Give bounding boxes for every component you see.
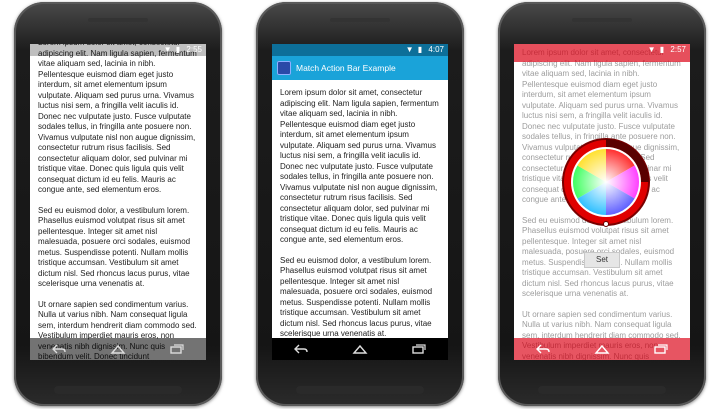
- screen-3: Lorem ipsum dolor sit amet, consectetur …: [514, 44, 690, 360]
- status-icons: ▼ ▮: [405, 45, 424, 54]
- recents-icon: [411, 344, 426, 354]
- paragraph-1: Lorem ipsum dolor sit amet, consectetur …: [280, 88, 439, 244]
- back-icon: [294, 344, 309, 354]
- paragraph-2: Sed eu euismod dolor, a vestibulum lorem…: [280, 255, 433, 339]
- scrolled-text: Lorem ipsum dolor sit amet, consectetur …: [30, 44, 206, 360]
- phone-2: ▼ ▮ 4:07 Match Action Bar Example Lorem …: [256, 2, 464, 406]
- hue-wheel[interactable]: [572, 149, 640, 215]
- status-bar: ▼ ▮ 2:57: [514, 44, 690, 56]
- recents-button[interactable]: [408, 342, 430, 356]
- status-icons: ▼ ▮: [647, 45, 666, 54]
- action-bar: Match Action Bar Example: [272, 56, 448, 80]
- status-time: 2:55: [186, 45, 202, 54]
- phone-3: Lorem ipsum dolor sit amet, consectetur …: [498, 2, 706, 406]
- earpiece: [572, 18, 632, 22]
- earpiece: [330, 18, 390, 22]
- home-button[interactable]: [107, 342, 129, 356]
- home-icon: [352, 344, 368, 354]
- back-button[interactable]: [48, 342, 70, 356]
- action-bar-title: Match Action Bar Example: [296, 63, 396, 73]
- back-button[interactable]: [290, 342, 312, 356]
- selection-handle[interactable]: [603, 221, 609, 227]
- bottom-rim: [296, 386, 424, 394]
- back-button[interactable]: [532, 342, 554, 356]
- status-bar: ▼ ▮ 2:55: [30, 44, 206, 56]
- home-button[interactable]: [591, 342, 613, 356]
- color-wheel-picker[interactable]: [560, 136, 652, 228]
- navigation-bar: [30, 338, 206, 360]
- status-bar: ▼ ▮ 4:07: [272, 44, 448, 56]
- app-icon[interactable]: [277, 61, 291, 75]
- bottom-rim: [538, 386, 666, 394]
- back-icon: [536, 344, 551, 354]
- body-text: Lorem ipsum dolor sit amet, consectetur …: [272, 88, 448, 350]
- home-button[interactable]: [349, 342, 371, 356]
- home-icon: [594, 344, 610, 354]
- navigation-bar: [514, 338, 690, 360]
- home-icon: [110, 344, 126, 354]
- earpiece: [88, 18, 148, 22]
- set-button[interactable]: Set: [584, 252, 620, 268]
- recents-icon: [653, 344, 668, 354]
- status-icons: ▼ ▮: [163, 45, 182, 54]
- back-icon: [52, 344, 67, 354]
- bottom-rim: [54, 386, 182, 394]
- status-time: 2:57: [670, 45, 686, 54]
- navigation-bar: [272, 338, 448, 360]
- screen-1: Lorem ipsum dolor sit amet, consectetur …: [30, 44, 206, 360]
- recents-button[interactable]: [650, 342, 672, 356]
- recents-button[interactable]: [166, 342, 188, 356]
- screen-2: ▼ ▮ 4:07 Match Action Bar Example Lorem …: [272, 44, 448, 360]
- status-time: 4:07: [428, 45, 444, 54]
- paragraph-1: Lorem ipsum dolor sit amet, consectetur …: [38, 44, 197, 194]
- paragraph-2: Sed eu euismod dolor, a vestibulum lorem…: [38, 205, 191, 289]
- recents-icon: [169, 344, 184, 354]
- phone-1: Lorem ipsum dolor sit amet, consectetur …: [14, 2, 222, 406]
